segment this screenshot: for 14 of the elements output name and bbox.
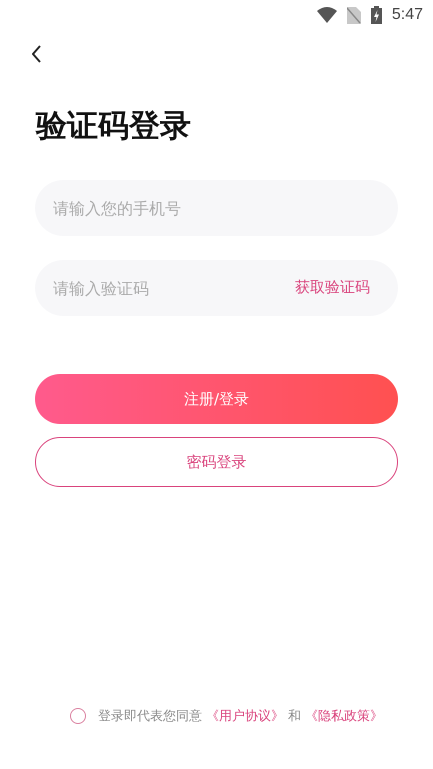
get-code-link[interactable]: 获取验证码 bbox=[295, 278, 370, 297]
user-agreement-link[interactable]: 《用户协议》 bbox=[206, 707, 284, 725]
register-login-button[interactable]: 注册/登录 bbox=[35, 374, 398, 424]
battery-charging-icon bbox=[370, 6, 382, 24]
status-time: 5:47 bbox=[392, 6, 423, 24]
agree-checkbox[interactable] bbox=[70, 708, 86, 724]
phone-input-field[interactable]: 请输入您的手机号 bbox=[35, 180, 398, 236]
privacy-policy-link[interactable]: 《隐私政策》 bbox=[305, 707, 383, 725]
page-title: 验证码登录 bbox=[36, 107, 192, 146]
password-login-button[interactable]: 密码登录 bbox=[35, 437, 398, 487]
no-sim-icon bbox=[346, 6, 361, 24]
wifi-icon bbox=[316, 7, 337, 23]
agreement-joiner: 和 bbox=[288, 708, 301, 725]
agreement-text: 登录即代表您同意 bbox=[98, 708, 202, 725]
